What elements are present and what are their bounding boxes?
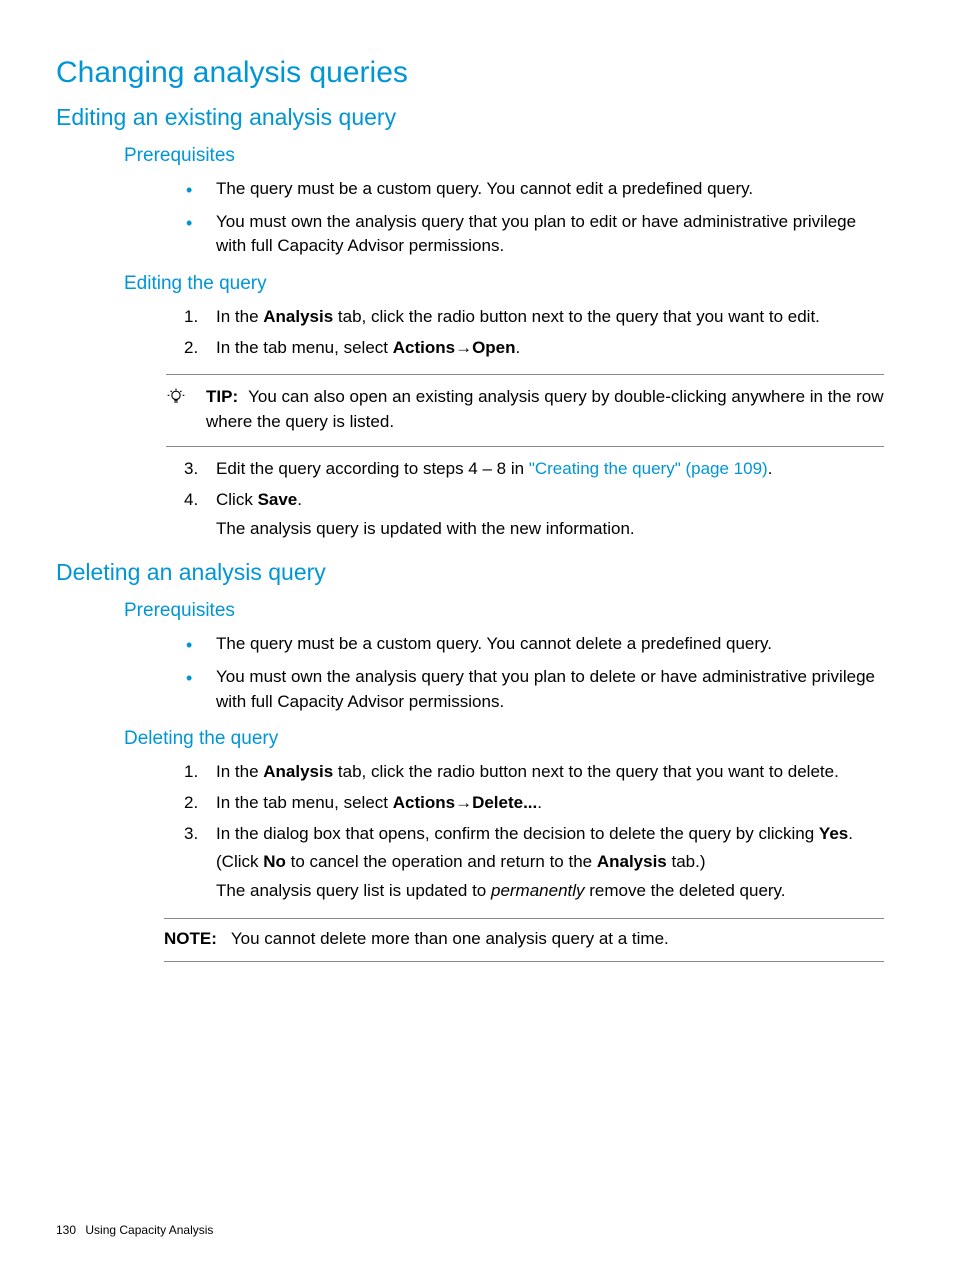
- steps-list-editing: In the Analysis tab, click the radio but…: [56, 305, 884, 360]
- step-text: In the tab menu, select: [216, 793, 393, 812]
- page-number: 130: [56, 1223, 76, 1237]
- prerequisites-list-1: The query must be a custom query. You ca…: [56, 177, 884, 259]
- note-callout: NOTE: You cannot delete more than one ana…: [164, 918, 884, 963]
- tip-text: You can also open an existing analysis q…: [206, 387, 883, 431]
- note-text: You cannot delete more than one analysis…: [231, 929, 669, 948]
- bold-text: Yes: [819, 824, 848, 843]
- step-text: (Click: [216, 852, 263, 871]
- bold-text: Open: [472, 338, 515, 357]
- step-text: to cancel the operation and return to th…: [286, 852, 597, 871]
- note-label: NOTE:: [164, 929, 217, 948]
- lightbulb-icon: [166, 385, 188, 434]
- step-text: tab, click the radio button next to the …: [333, 762, 839, 781]
- cross-reference-link[interactable]: "Creating the query" (page 109): [529, 459, 768, 478]
- step-item: Edit the query according to steps 4 – 8 …: [184, 457, 884, 482]
- step-text: The analysis query list is updated to: [216, 881, 491, 900]
- step-text: tab, click the radio button next to the …: [333, 307, 820, 326]
- subsection-prerequisites-1: Prerequisites: [124, 145, 884, 167]
- step-text: In the dialog box that opens, confirm th…: [216, 824, 819, 843]
- bold-text: Analysis: [597, 852, 667, 871]
- step-text: .: [297, 490, 302, 509]
- italic-text: permanently: [491, 881, 585, 900]
- list-item: You must own the analysis query that you…: [186, 665, 884, 714]
- bold-text: Actions: [393, 338, 455, 357]
- arrow-icon: →: [455, 338, 472, 357]
- subsection-deleting-query: Deleting the query: [124, 728, 884, 750]
- step-result: The analysis query is updated with the n…: [216, 517, 884, 542]
- step-text: remove the deleted query.: [585, 881, 786, 900]
- list-item: You must own the analysis query that you…: [186, 210, 884, 259]
- step-text: Edit the query according to steps 4 – 8 …: [216, 459, 529, 478]
- step-item: Click Save. The analysis query is update…: [184, 488, 884, 541]
- prerequisites-list-2: The query must be a custom query. You ca…: [56, 632, 884, 714]
- step-text: In the: [216, 762, 263, 781]
- bold-text: Save: [258, 490, 298, 509]
- page-title: Changing analysis queries: [56, 56, 884, 90]
- step-item: In the tab menu, select Actions→Delete..…: [184, 791, 884, 816]
- step-text: .: [516, 338, 521, 357]
- step-text: .: [848, 824, 853, 843]
- step-text: In the tab menu, select: [216, 338, 393, 357]
- arrow-icon: →: [455, 793, 472, 812]
- section-heading-editing: Editing an existing analysis query: [56, 104, 884, 131]
- step-text: tab.): [667, 852, 706, 871]
- section-heading-deleting: Deleting an analysis query: [56, 559, 884, 586]
- bold-text: Analysis: [263, 307, 333, 326]
- list-item: The query must be a custom query. You ca…: [186, 177, 884, 202]
- bold-text: Actions: [393, 793, 455, 812]
- tip-callout: TIP:You can also open an existing analys…: [166, 374, 884, 447]
- steps-list-editing-cont: Edit the query according to steps 4 – 8 …: [56, 457, 884, 541]
- chapter-name: Using Capacity Analysis: [85, 1223, 213, 1237]
- step-note: (Click No to cancel the operation and re…: [216, 850, 884, 875]
- subsection-prerequisites-2: Prerequisites: [124, 600, 884, 622]
- list-item: The query must be a custom query. You ca…: [186, 632, 884, 657]
- bold-text: No: [263, 852, 286, 871]
- document-page: Changing analysis queries Editing an exi…: [0, 0, 954, 1271]
- bold-text: Analysis: [263, 762, 333, 781]
- step-text: .: [768, 459, 773, 478]
- tip-body: TIP:You can also open an existing analys…: [206, 385, 884, 434]
- tip-label: TIP:: [206, 387, 238, 406]
- step-result: The analysis query list is updated to pe…: [216, 879, 884, 904]
- step-text: .: [537, 793, 542, 812]
- step-item: In the tab menu, select Actions→Open.: [184, 336, 884, 361]
- subsection-editing-query: Editing the query: [124, 273, 884, 295]
- step-text: In the: [216, 307, 263, 326]
- step-item: In the Analysis tab, click the radio but…: [184, 305, 884, 330]
- page-footer: 130 Using Capacity Analysis: [56, 1223, 213, 1237]
- bold-text: Delete...: [472, 793, 537, 812]
- step-item: In the dialog box that opens, confirm th…: [184, 822, 884, 904]
- step-text: Click: [216, 490, 258, 509]
- steps-list-deleting: In the Analysis tab, click the radio but…: [56, 760, 884, 903]
- step-item: In the Analysis tab, click the radio but…: [184, 760, 884, 785]
